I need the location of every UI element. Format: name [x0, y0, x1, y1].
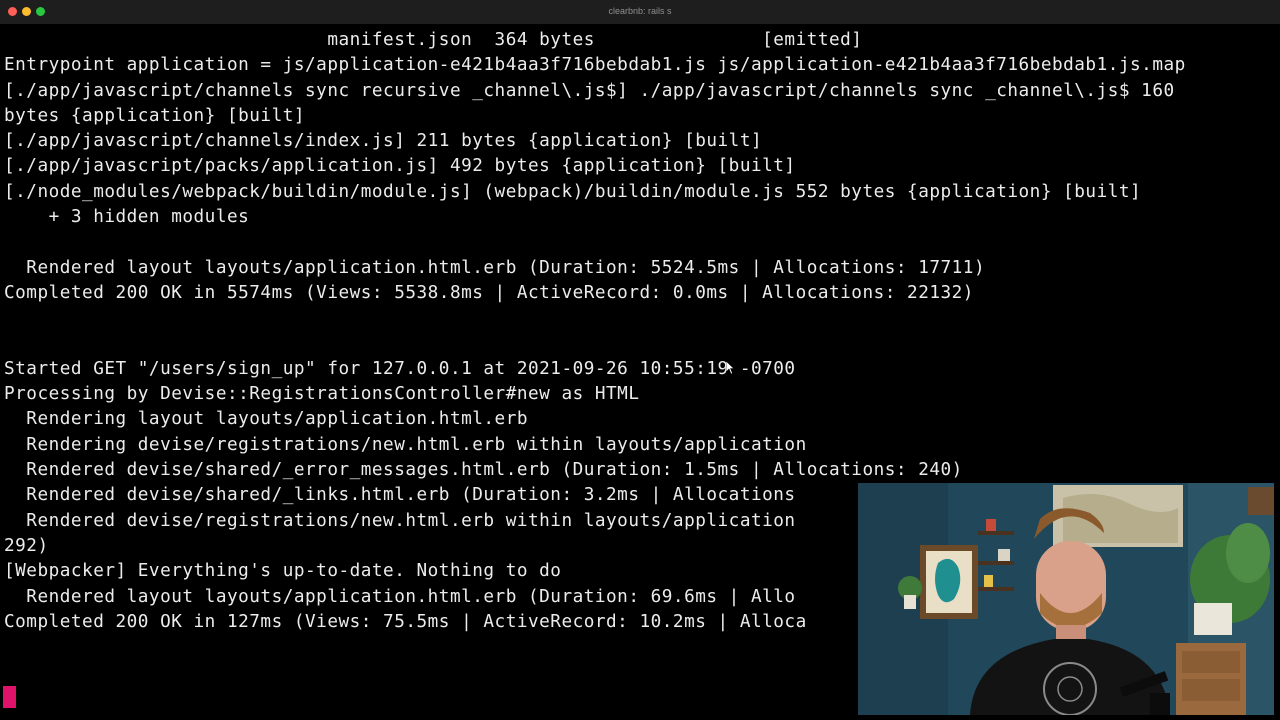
- terminal-line: Rendered devise/shared/_error_messages.h…: [4, 460, 963, 481]
- terminal-line: Entrypoint application = js/application-…: [4, 55, 1186, 76]
- terminal-line: [./app/javascript/channels/index.js] 211…: [4, 131, 763, 152]
- terminal-line: + 3 hidden modules: [4, 207, 250, 228]
- terminal-line: Rendered layout layouts/application.html…: [4, 257, 986, 278]
- terminal-line: [./node_modules/webpack/buildin/module.j…: [4, 181, 1142, 202]
- terminal-line: Rendering layout layouts/application.htm…: [4, 409, 528, 430]
- webcam-overlay: [858, 483, 1274, 715]
- terminal-line: [./app/javascript/packs/application.js] …: [4, 156, 796, 177]
- title-bar: clearbnb: rails s: [0, 0, 1280, 24]
- terminal-line: Processing by Devise::RegistrationsContr…: [4, 384, 640, 405]
- terminal-line: Completed 200 OK in 5574ms (Views: 5538.…: [4, 282, 974, 303]
- terminal-line: bytes {application} [built]: [4, 105, 306, 126]
- terminal-line: Started GET "/users/sign_up" for 127.0.0…: [4, 358, 796, 379]
- terminal-line: Rendering devise/registrations/new.html.…: [4, 434, 807, 455]
- terminal-window: clearbnb: rails s manifest.json 364 byte…: [0, 0, 1280, 720]
- terminal-line: [./app/javascript/channels sync recursiv…: [4, 80, 1175, 101]
- terminal-line: manifest.json 364 bytes [emitted]: [4, 30, 863, 50]
- terminal-cursor: [3, 686, 16, 708]
- window-title: clearbnb: rails s: [608, 6, 672, 16]
- mouse-pointer-icon: [726, 361, 734, 375]
